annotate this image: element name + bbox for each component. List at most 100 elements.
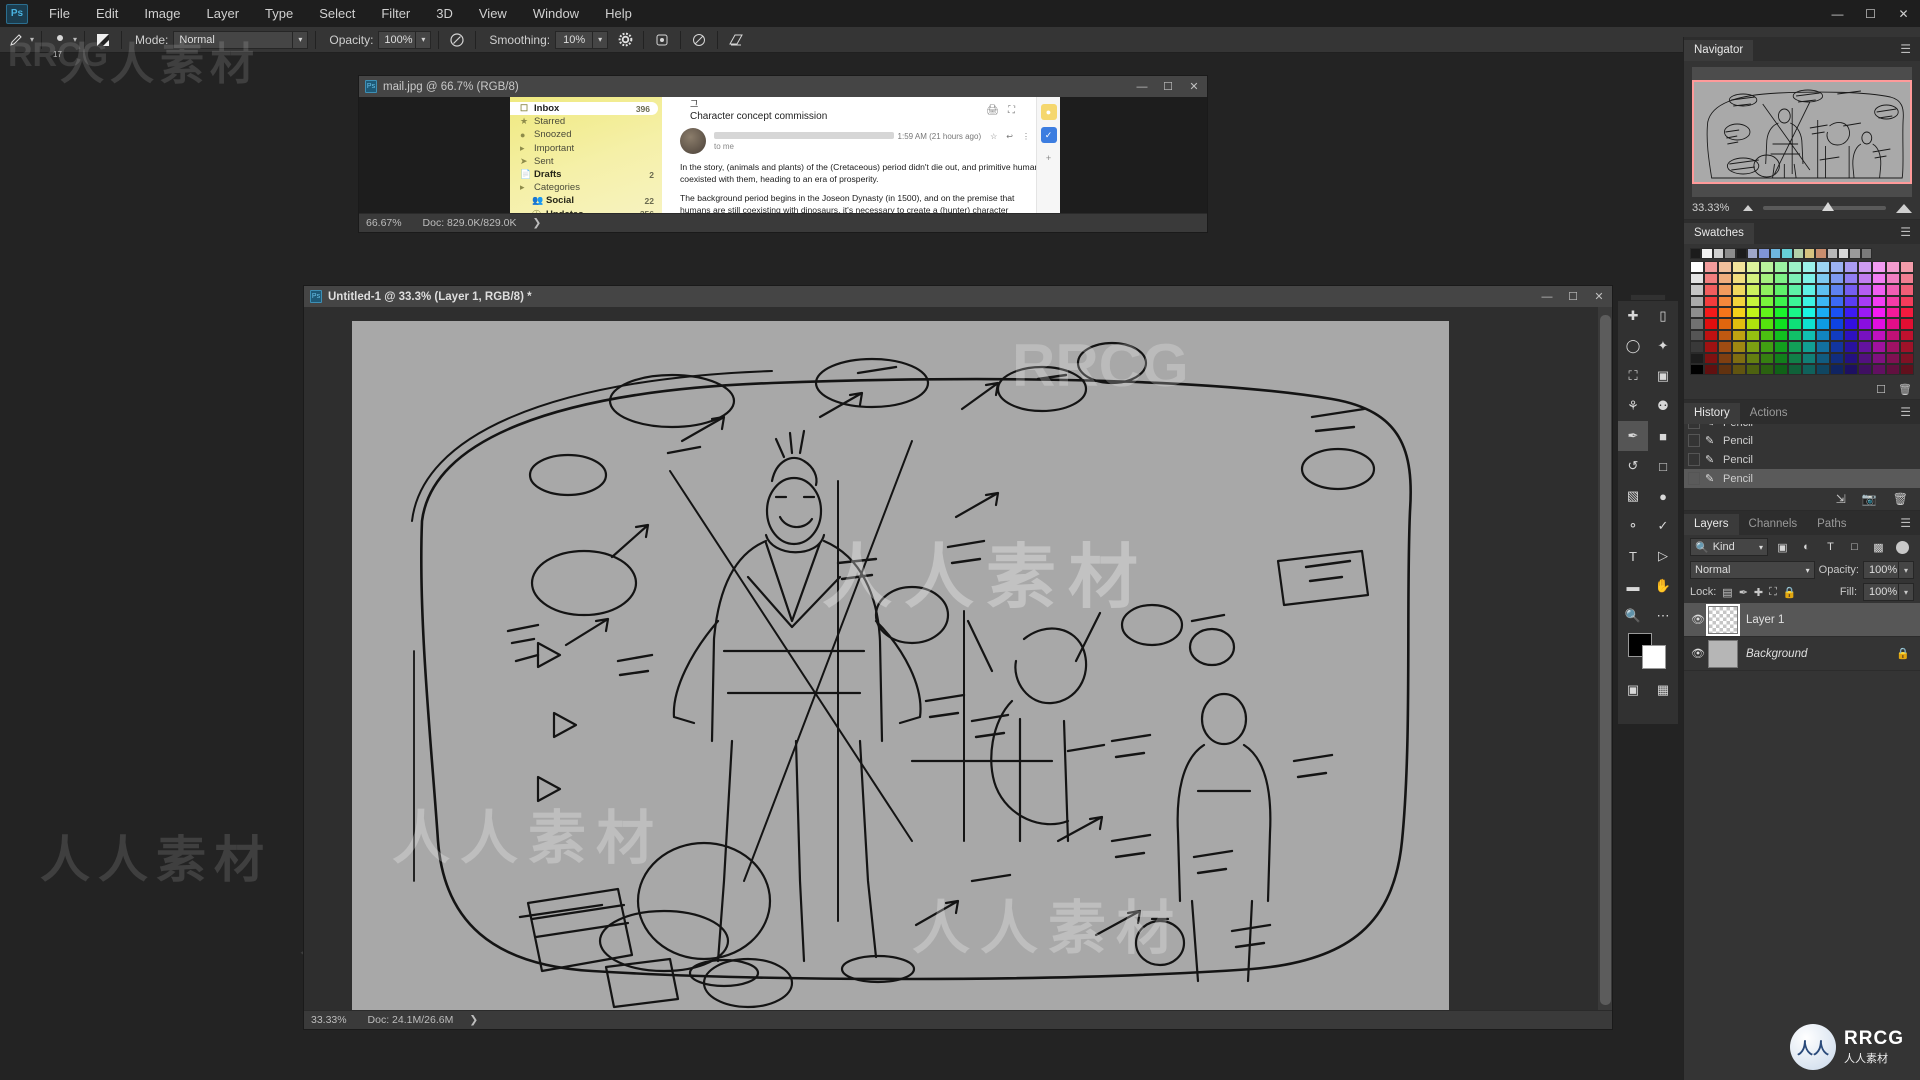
swatch-cell[interactable] xyxy=(1844,353,1858,364)
swatch-cell[interactable] xyxy=(1747,248,1758,259)
history-item-selected[interactable]: ✎ Pencil xyxy=(1684,469,1920,488)
path-selection-tool[interactable]: ▷ xyxy=(1648,541,1678,571)
swatch-cell[interactable] xyxy=(1788,273,1802,284)
swatch-cell[interactable] xyxy=(1802,296,1816,307)
swatch-cell[interactable] xyxy=(1690,353,1704,364)
layer-fill-control[interactable]: 100% ▾ xyxy=(1863,583,1914,601)
swatch-cell[interactable] xyxy=(1816,330,1830,341)
swatch-cell[interactable] xyxy=(1690,307,1704,318)
swatch-cell[interactable] xyxy=(1830,307,1844,318)
gradient-tool[interactable]: ▧ xyxy=(1618,481,1648,511)
chevron-down-icon[interactable]: ▾ xyxy=(416,31,431,49)
layer-opacity-value[interactable]: 100% xyxy=(1863,561,1899,579)
history-state-box[interactable] xyxy=(1688,424,1700,429)
swatch-cell[interactable] xyxy=(1718,261,1732,272)
lock-all-icon[interactable]: 🔒 xyxy=(1783,586,1797,599)
filter-enable-toggle[interactable] xyxy=(1896,541,1909,554)
swatch-cell[interactable] xyxy=(1758,248,1769,259)
canvas-vertical-scrollbar[interactable] xyxy=(1598,307,1612,1010)
swatch-cell[interactable] xyxy=(1793,248,1804,259)
symmetry-icon[interactable] xyxy=(688,30,710,50)
pen-tool[interactable]: ✓ xyxy=(1648,511,1678,541)
swatch-cell[interactable] xyxy=(1844,296,1858,307)
gmail-keep-icon[interactable]: ● xyxy=(1041,104,1057,120)
swatch-cell[interactable] xyxy=(1816,284,1830,295)
layer-row-layer1[interactable]: 👁 Layer 1 xyxy=(1684,603,1920,637)
navigator-zoom-slider[interactable] xyxy=(1763,206,1886,210)
swatch-cell[interactable] xyxy=(1858,307,1872,318)
swatch-cell[interactable] xyxy=(1816,318,1830,329)
swatch-cell[interactable] xyxy=(1872,307,1886,318)
layer-blend-mode-dropdown[interactable]: Normal ▾ xyxy=(1690,561,1815,579)
swatch-cell[interactable] xyxy=(1760,330,1774,341)
swatch-cell[interactable] xyxy=(1690,248,1701,259)
zoom-tool[interactable]: 🔍 xyxy=(1618,601,1648,631)
gmail-nav-categories[interactable]: ▸ Categories xyxy=(510,181,662,194)
panel-menu-icon[interactable]: ☰ xyxy=(1900,225,1920,244)
swatch-cell[interactable] xyxy=(1746,296,1760,307)
swatch-cell[interactable] xyxy=(1858,364,1872,375)
swatch-cell[interactable] xyxy=(1732,261,1746,272)
swatch-cell[interactable] xyxy=(1732,330,1746,341)
opacity-value[interactable]: 100% xyxy=(378,31,416,49)
swatch-cell[interactable] xyxy=(1690,364,1704,375)
swatch-cell[interactable] xyxy=(1718,364,1732,375)
swatch-cell[interactable] xyxy=(1746,284,1760,295)
swatch-cell[interactable] xyxy=(1802,284,1816,295)
tab-history[interactable]: History xyxy=(1684,403,1740,424)
swatch-cell[interactable] xyxy=(1746,261,1760,272)
swatch-cell[interactable] xyxy=(1732,273,1746,284)
gmail-nav-important[interactable]: ▸ Important xyxy=(510,142,662,155)
add-icon[interactable]: + xyxy=(1041,150,1057,166)
swatch-cell[interactable] xyxy=(1838,248,1849,259)
swatch-cell[interactable] xyxy=(1849,248,1860,259)
swatch-cell[interactable] xyxy=(1732,341,1746,352)
swatch-cell[interactable] xyxy=(1900,296,1914,307)
swatch-cell[interactable] xyxy=(1718,296,1732,307)
crop-tool[interactable]: ⛶ xyxy=(1618,361,1648,391)
smart-object-filter-icon[interactable]: ▩ xyxy=(1869,538,1888,557)
eyedropper-tool[interactable]: ⚘ xyxy=(1618,391,1648,421)
marquee-tool[interactable]: ▯ xyxy=(1648,301,1678,331)
swatch-cell[interactable] xyxy=(1690,284,1704,295)
swatch-cell[interactable] xyxy=(1760,284,1774,295)
lock-image-icon[interactable]: ✒ xyxy=(1739,586,1748,599)
panel-menu-icon[interactable]: ☰ xyxy=(1900,42,1920,61)
menu-filter[interactable]: Filter xyxy=(368,0,423,27)
new-swatch-icon[interactable]: ☐ xyxy=(1876,383,1886,396)
dodge-tool[interactable]: ⚬ xyxy=(1618,511,1648,541)
zoom-out-icon[interactable] xyxy=(1743,205,1753,211)
swatch-cell[interactable] xyxy=(1844,364,1858,375)
panel-menu-icon[interactable]: ☰ xyxy=(1900,405,1920,424)
tab-paths[interactable]: Paths xyxy=(1807,514,1856,535)
swatch-cell[interactable] xyxy=(1690,273,1704,284)
swatch-cell[interactable] xyxy=(1844,341,1858,352)
swatch-cell[interactable] xyxy=(1830,261,1844,272)
gmail-tasks-icon[interactable]: ✓ xyxy=(1041,127,1057,143)
swatch-cell[interactable] xyxy=(1816,261,1830,272)
history-state-box[interactable] xyxy=(1688,472,1700,485)
menu-window[interactable]: Window xyxy=(520,0,592,27)
swatch-cell[interactable] xyxy=(1746,273,1760,284)
menu-view[interactable]: View xyxy=(466,0,520,27)
type-filter-icon[interactable]: T xyxy=(1821,538,1840,557)
swatch-cell[interactable] xyxy=(1760,307,1774,318)
swatch-cell[interactable] xyxy=(1718,330,1732,341)
swatch-cell[interactable] xyxy=(1816,296,1830,307)
chevron-down-icon[interactable]: ▾ xyxy=(1759,543,1763,552)
swatches-grid[interactable] xyxy=(1684,259,1920,379)
swatch-cell[interactable] xyxy=(1760,296,1774,307)
maximize-button[interactable]: ☐ xyxy=(1854,0,1887,27)
menu-image[interactable]: Image xyxy=(131,0,193,27)
lasso-tool[interactable]: ◯ xyxy=(1618,331,1648,361)
chevron-down-icon[interactable]: ▾ xyxy=(593,31,608,49)
more-vert-icon[interactable]: ⋮ xyxy=(1022,132,1030,141)
navigator-zoom-value[interactable]: 33.33% xyxy=(1692,202,1729,214)
history-item[interactable]: ✎ Pencil xyxy=(1684,450,1920,469)
swatch-cell[interactable] xyxy=(1900,261,1914,272)
menu-3d[interactable]: 3D xyxy=(423,0,466,27)
swatch-cell[interactable] xyxy=(1900,307,1914,318)
document-window-mail[interactable]: Ps mail.jpg @ 66.7% (RGB/8) — ☐ ✕ ☐ Inbo… xyxy=(358,75,1208,233)
swatch-cell[interactable] xyxy=(1704,330,1718,341)
swatch-cell[interactable] xyxy=(1802,330,1816,341)
